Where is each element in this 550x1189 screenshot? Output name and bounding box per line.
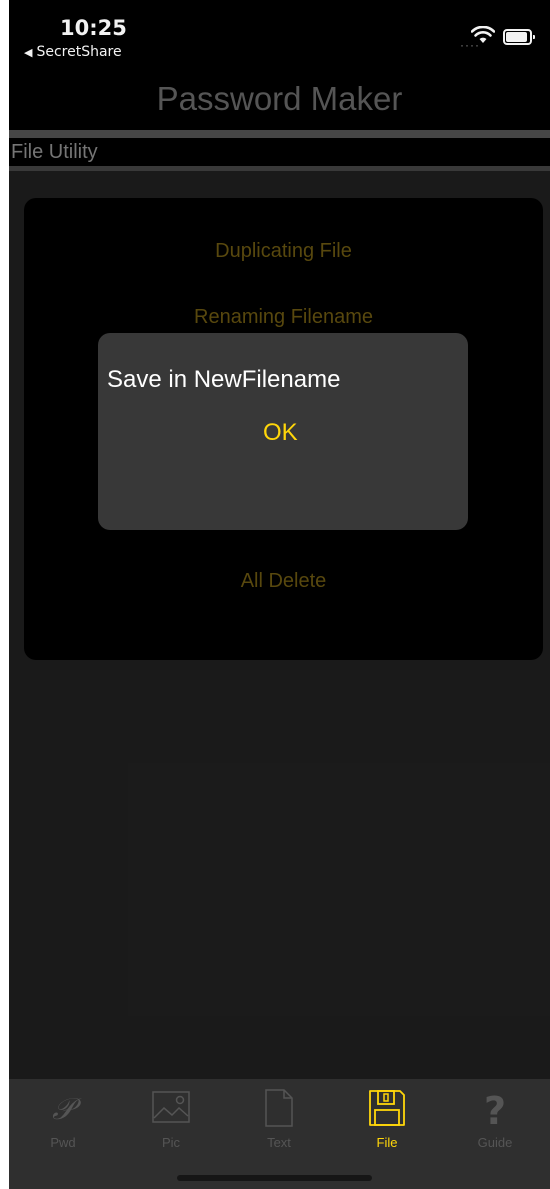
- duplicating-file-button[interactable]: Duplicating File: [24, 240, 543, 263]
- battery-icon: [503, 29, 535, 45]
- question-mark-icon: ?: [484, 1089, 506, 1128]
- back-arrow-icon: ◀: [24, 46, 33, 59]
- renaming-filename-button[interactable]: Renaming Filename: [24, 306, 543, 329]
- tab-label: File: [376, 1135, 398, 1150]
- svg-text:?: ?: [484, 1089, 506, 1128]
- status-bar: 10:25 ◀ SecretShare ····: [9, 0, 550, 82]
- ok-button[interactable]: OK: [263, 419, 298, 447]
- tab-label: Pic: [161, 1135, 181, 1150]
- tab-pwd[interactable]: 𝒫 Pwd: [9, 1079, 117, 1163]
- alert-dialog: Save in NewFilename OK: [98, 333, 468, 530]
- floppy-disk-icon: [369, 1090, 405, 1126]
- picture-icon: [152, 1091, 190, 1123]
- page-title: Password Maker: [156, 80, 403, 117]
- section-title: File Utility: [11, 141, 98, 163]
- tab-text[interactable]: Text: [225, 1079, 333, 1163]
- tab-label: Text: [267, 1135, 291, 1150]
- status-time: 10:25: [60, 16, 127, 40]
- section-header: File Utility: [9, 138, 550, 167]
- divider: [9, 130, 550, 138]
- home-indicator: [177, 1175, 372, 1181]
- tab-bar: 𝒫 Pwd Pic Text File ? Guide: [9, 1079, 550, 1189]
- alert-message: Save in NewFilename: [107, 366, 341, 393]
- script-p-icon: 𝒫: [52, 1092, 82, 1127]
- svg-text:𝒫: 𝒫: [52, 1092, 82, 1127]
- tab-label: Guide: [477, 1135, 513, 1150]
- tab-file[interactable]: File: [333, 1079, 441, 1163]
- back-to-app-link[interactable]: ◀ SecretShare: [24, 44, 122, 60]
- back-app-label: SecretShare: [36, 44, 122, 60]
- tab-label: Pwd: [50, 1135, 76, 1150]
- navigation-bar: Password Maker: [9, 80, 550, 130]
- wifi-icon: [471, 26, 495, 43]
- tab-pic[interactable]: Pic: [117, 1079, 225, 1163]
- document-icon: [265, 1089, 293, 1127]
- tab-guide[interactable]: ? Guide: [441, 1079, 549, 1163]
- all-delete-button[interactable]: All Delete: [24, 570, 543, 593]
- divider: [9, 166, 550, 171]
- app-screen: 10:25 ◀ SecretShare ···· Password Maker F…: [9, 0, 550, 1189]
